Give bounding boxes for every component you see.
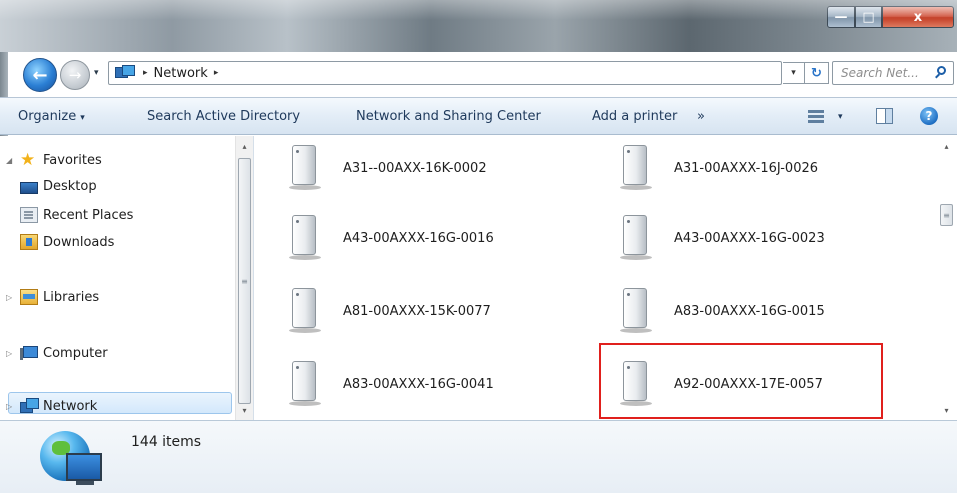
breadcrumb-network[interactable]: Network <box>154 66 208 81</box>
sidebar-item-label: Recent Places <box>43 207 134 223</box>
address-bar[interactable]: ▸ Network ▸ <box>108 61 782 85</box>
network-icon <box>115 65 137 81</box>
sidebar-item-label: Favorites <box>43 152 102 168</box>
scroll-up-button[interactable]: ▴ <box>938 138 955 154</box>
star-icon: ★ <box>20 150 36 170</box>
expand-arrow-icon[interactable]: ◢ <box>6 156 16 165</box>
downloads-icon <box>20 234 38 250</box>
device-name: A31-00AXXX-16J-0026 <box>674 160 819 176</box>
breadcrumb-separator[interactable]: ▸ <box>143 68 148 78</box>
sidebar-item-favorites[interactable]: ◢ ★ Favorites <box>6 150 102 170</box>
expand-arrow-icon[interactable]: ▷ <box>6 349 16 358</box>
command-bar: Organize ▾ Search Active Directory Networ… <box>0 97 957 135</box>
sidebar-item-recent-places[interactable]: Recent Places <box>20 207 133 223</box>
maximize-button[interactable]: □ <box>855 6 882 28</box>
network-device-item[interactable]: A31-00AXXX-16J-0026 <box>620 140 920 196</box>
computer-icon <box>20 345 38 361</box>
network-device-item[interactable]: A81-00AXXX-15K-0077 <box>289 283 589 339</box>
network-device-item[interactable]: A43-00AXXX-16G-0023 <box>620 210 920 266</box>
sidebar-item-downloads[interactable]: Downloads <box>20 234 114 250</box>
highlight-box <box>599 343 883 419</box>
device-name: A43-00AXXX-16G-0023 <box>674 230 825 246</box>
server-icon <box>289 288 321 334</box>
add-printer-button[interactable]: Add a printer <box>592 109 677 124</box>
chevron-down-icon: ▾ <box>80 113 85 123</box>
search-box[interactable] <box>832 61 954 85</box>
network-sharing-center-button[interactable]: Network and Sharing Center <box>356 109 541 124</box>
close-button[interactable]: x <box>882 6 954 28</box>
refresh-icon: ↻ <box>811 65 822 81</box>
sidebar-item-libraries[interactable]: ▷ Libraries <box>6 289 99 305</box>
server-icon <box>289 215 321 261</box>
content-scrollbar[interactable]: ▴ ≡ ▾ <box>938 136 957 420</box>
more-commands-button[interactable]: » <box>697 109 705 124</box>
navigation-pane: ◢ ★ Favorites Desktop Recent Places Down… <box>0 136 254 420</box>
network-device-item[interactable]: A83-00AXXX-16G-0015 <box>620 283 920 339</box>
scroll-down-button[interactable]: ▾ <box>236 402 253 418</box>
preview-pane-button[interactable] <box>876 108 893 124</box>
views-icon <box>808 110 824 124</box>
libraries-icon <box>20 289 38 305</box>
server-icon <box>289 145 321 191</box>
details-pane: 144 items <box>0 420 957 493</box>
help-button[interactable]: ? <box>920 107 938 125</box>
sidebar-item-label: Libraries <box>43 289 100 305</box>
sidebar-item-label: Downloads <box>43 234 115 250</box>
scroll-up-button[interactable]: ▴ <box>236 138 253 154</box>
back-button[interactable]: ← <box>23 58 57 92</box>
refresh-button[interactable]: ↻ <box>805 62 829 84</box>
back-arrow-icon: ← <box>32 64 48 86</box>
sidebar-item-computer[interactable]: ▷ Computer <box>6 345 108 361</box>
network-device-item[interactable]: A83-00AXXX-16G-0041 <box>289 356 589 412</box>
address-dropdown-button[interactable]: ▾ <box>783 62 805 84</box>
desktop-icon <box>20 181 38 194</box>
sidebar-item-desktop[interactable]: Desktop <box>20 179 97 194</box>
title-bar: — □ x <box>0 0 957 52</box>
sidebar-item-label: Computer <box>43 345 108 361</box>
forward-arrow-icon: → <box>68 66 82 84</box>
breadcrumb-separator[interactable]: ▸ <box>214 68 219 78</box>
server-icon <box>620 288 652 334</box>
expand-arrow-icon[interactable]: ▷ <box>6 402 16 411</box>
item-count: 144 items <box>131 434 202 450</box>
organize-label: Organize <box>18 109 77 124</box>
device-name: A43-00AXXX-16G-0016 <box>343 230 494 246</box>
sidebar-item-label: Desktop <box>43 179 97 194</box>
nav-scrollbar[interactable]: ▴ ≡ ▾ <box>235 136 253 420</box>
organize-menu[interactable]: Organize ▾ <box>18 109 85 124</box>
scroll-thumb[interactable]: ≡ <box>238 158 251 404</box>
server-icon <box>289 361 321 407</box>
scroll-thumb[interactable]: ≡ <box>940 204 953 226</box>
sidebar-item-label: Network <box>43 398 98 414</box>
server-icon <box>620 215 652 261</box>
forward-button[interactable]: → <box>60 60 90 90</box>
grip-icon: ≡ <box>943 210 950 220</box>
device-name: A83-00AXXX-16G-0015 <box>674 303 825 319</box>
chevron-down-icon: ▾ <box>838 112 843 122</box>
recent-places-icon <box>20 207 38 223</box>
device-name: A31--00AXX-16K-0002 <box>343 160 487 176</box>
sidebar-item-network[interactable]: ▷ Network <box>6 398 97 414</box>
network-globe-icon <box>40 431 110 489</box>
grip-icon: ≡ <box>241 276 248 286</box>
device-name: A81-00AXXX-15K-0077 <box>343 303 491 319</box>
change-view-button[interactable]: ▾ <box>808 107 848 127</box>
network-icon <box>20 398 39 414</box>
minimize-button[interactable]: — <box>827 6 855 28</box>
server-icon <box>620 145 652 191</box>
expand-arrow-icon[interactable]: ▷ <box>6 293 16 302</box>
network-device-item[interactable]: A31--00AXX-16K-0002 <box>289 140 589 196</box>
search-active-directory-button[interactable]: Search Active Directory <box>147 109 300 124</box>
scroll-down-button[interactable]: ▾ <box>938 402 955 418</box>
search-icon[interactable] <box>935 66 947 79</box>
device-name: A83-00AXXX-16G-0041 <box>343 376 494 392</box>
search-input[interactable] <box>841 66 931 80</box>
recent-pages-button[interactable]: ▾ <box>94 68 106 82</box>
network-device-item[interactable]: A43-00AXXX-16G-0016 <box>289 210 589 266</box>
